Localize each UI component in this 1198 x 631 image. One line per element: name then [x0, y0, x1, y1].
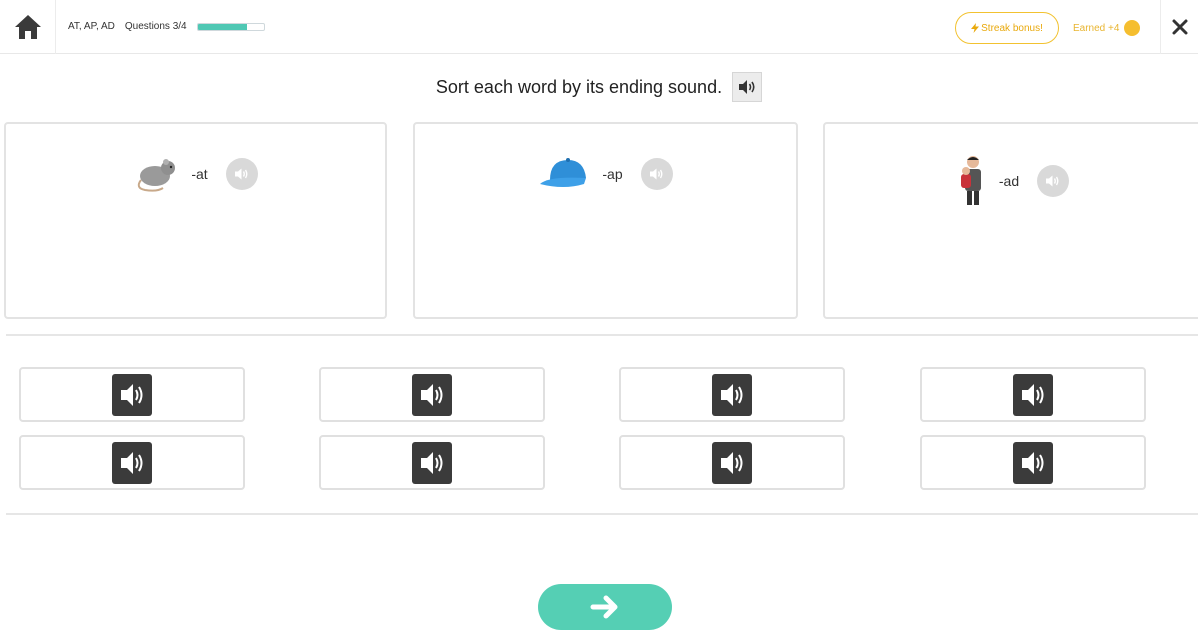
- earned-coins: Earned +4: [1073, 20, 1141, 36]
- speaker-icon: [721, 383, 743, 406]
- speaker-icon: [421, 383, 443, 406]
- speaker-icon: [121, 451, 143, 474]
- bin-label: -ad: [998, 173, 1020, 189]
- questions-label: Questions 3/4: [124, 21, 187, 32]
- speaker-icon: [1046, 175, 1059, 187]
- card-audio-button[interactable]: [1013, 373, 1053, 416]
- dad-picture: [960, 156, 981, 205]
- divider: [6, 513, 1198, 515]
- bin-ap[interactable]: -ap: [413, 122, 798, 319]
- bin-audio-button[interactable]: [640, 158, 673, 190]
- streak-bonus-button[interactable]: Streak bonus!: [955, 12, 1059, 44]
- lightning-icon: [971, 23, 980, 33]
- progress-fill: [197, 23, 248, 30]
- bin-header: -at: [6, 154, 385, 194]
- speaker-icon: [1022, 451, 1044, 474]
- bin-audio-button[interactable]: [1037, 165, 1070, 197]
- word-card[interactable]: [619, 367, 845, 422]
- speaker-icon: [649, 168, 663, 180]
- close-icon: [1172, 19, 1187, 35]
- cap-picture: [540, 158, 587, 187]
- bin-label: -at: [191, 166, 208, 182]
- word-card[interactable]: [319, 367, 545, 422]
- lesson-title: AT, AP, AD: [68, 21, 115, 32]
- instruction-text: Sort each word by its ending sound.: [435, 76, 723, 97]
- rat-picture: [138, 159, 176, 192]
- word-card[interactable]: [920, 435, 1146, 490]
- next-button[interactable]: [538, 584, 672, 630]
- card-audio-button[interactable]: [412, 373, 452, 416]
- arrow-right-icon: [590, 595, 618, 619]
- home-icon: [14, 15, 41, 39]
- instruction-audio-button[interactable]: [732, 72, 763, 102]
- bin-label: -ap: [602, 166, 623, 182]
- divider: [6, 334, 1198, 336]
- bin-audio-button[interactable]: [225, 158, 258, 190]
- word-card[interactable]: [619, 435, 845, 490]
- lesson-breadcrumb: AT, AP, AD Questions 3/4: [68, 21, 265, 32]
- bin-at[interactable]: -at: [4, 122, 387, 319]
- card-audio-button[interactable]: [412, 441, 452, 484]
- word-card[interactable]: [19, 435, 245, 490]
- streak-label: Streak bonus!: [981, 22, 1043, 34]
- word-card[interactable]: [920, 367, 1146, 422]
- card-audio-button[interactable]: [712, 373, 752, 416]
- top-bar: AT, AP, AD Questions 3/4 Streak bonus! E…: [0, 0, 1198, 54]
- word-card[interactable]: [19, 367, 245, 422]
- bin-ad[interactable]: -ad: [823, 122, 1198, 319]
- speaker-icon: [721, 451, 743, 474]
- card-audio-button[interactable]: [112, 373, 152, 416]
- card-audio-button[interactable]: [1013, 441, 1053, 484]
- card-audio-button[interactable]: [112, 441, 152, 484]
- speaker-icon: [1022, 383, 1044, 406]
- coin-icon: [1124, 20, 1141, 36]
- speaker-icon: [121, 383, 143, 406]
- speaker-icon: [234, 168, 248, 180]
- speaker-icon: [739, 80, 755, 94]
- earned-label: Earned +4: [1073, 22, 1120, 34]
- bin-header: -ad: [825, 154, 1198, 208]
- card-audio-button[interactable]: [712, 441, 752, 484]
- instruction-row: Sort each word by its ending sound.: [0, 72, 1198, 102]
- close-button[interactable]: [1160, 0, 1198, 54]
- home-button[interactable]: [0, 0, 56, 54]
- speaker-icon: [421, 451, 443, 474]
- word-card[interactable]: [319, 435, 545, 490]
- bin-header: -ap: [415, 154, 796, 194]
- progress-bar: [196, 22, 265, 31]
